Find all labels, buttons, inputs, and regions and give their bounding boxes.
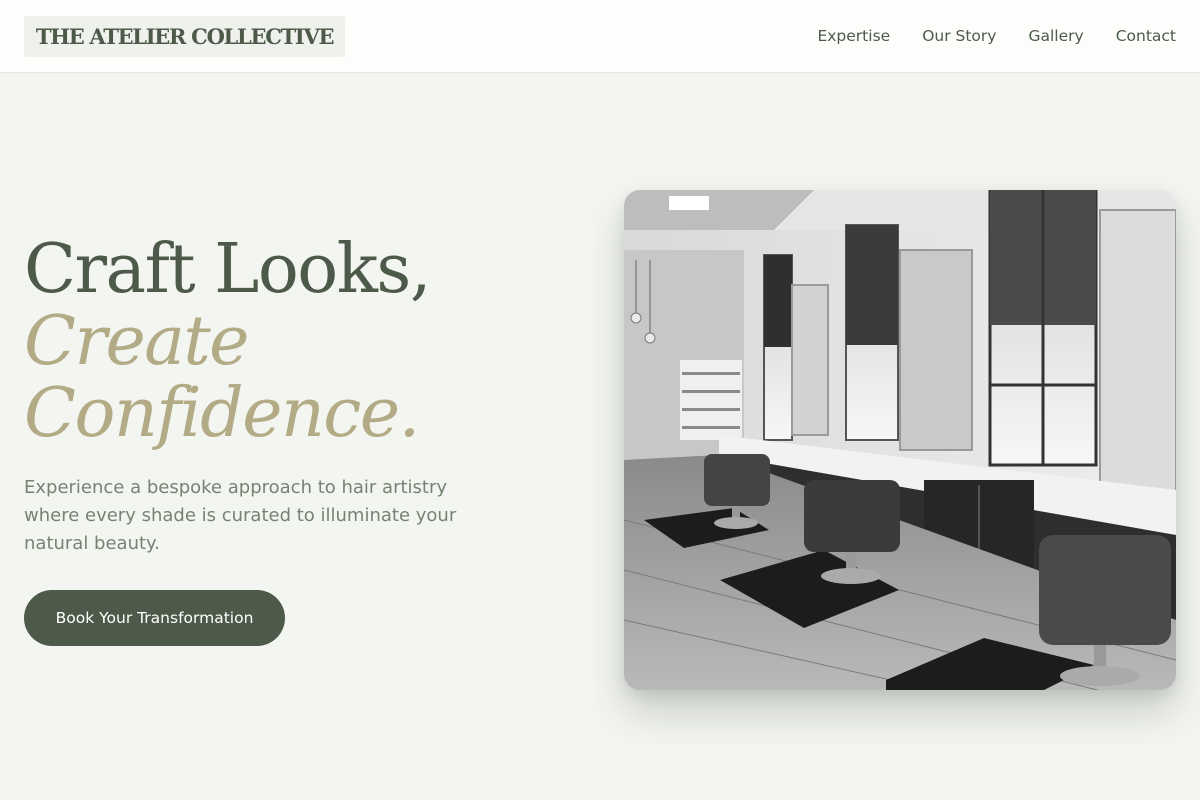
hero-title-line-3: Confidence. — [24, 374, 420, 453]
nav-link-gallery[interactable]: Gallery — [1028, 27, 1083, 45]
site-logo[interactable]: THE ATELIER COLLECTIVE — [24, 16, 345, 57]
hero-title-line-2: Create — [24, 302, 249, 381]
main-nav: Expertise Our Story Gallery Contact — [817, 24, 1176, 48]
site-header: THE ATELIER COLLECTIVE Expertise Our Sto… — [0, 0, 1200, 73]
book-transformation-button[interactable]: Book Your Transformation — [24, 590, 285, 646]
hero-title-line-1: Craft Looks, — [24, 230, 431, 309]
hero-title: Craft Looks, Create Confidence. — [24, 234, 584, 450]
nav-link-contact[interactable]: Contact — [1116, 27, 1176, 45]
nav-link-our-story[interactable]: Our Story — [922, 27, 996, 45]
salon-interior-illustration — [624, 190, 1176, 690]
salon-interior-photo — [624, 190, 1176, 690]
nav-link-expertise[interactable]: Expertise — [817, 27, 890, 45]
hero-subtitle: Experience a bespoke approach to hair ar… — [24, 477, 457, 554]
